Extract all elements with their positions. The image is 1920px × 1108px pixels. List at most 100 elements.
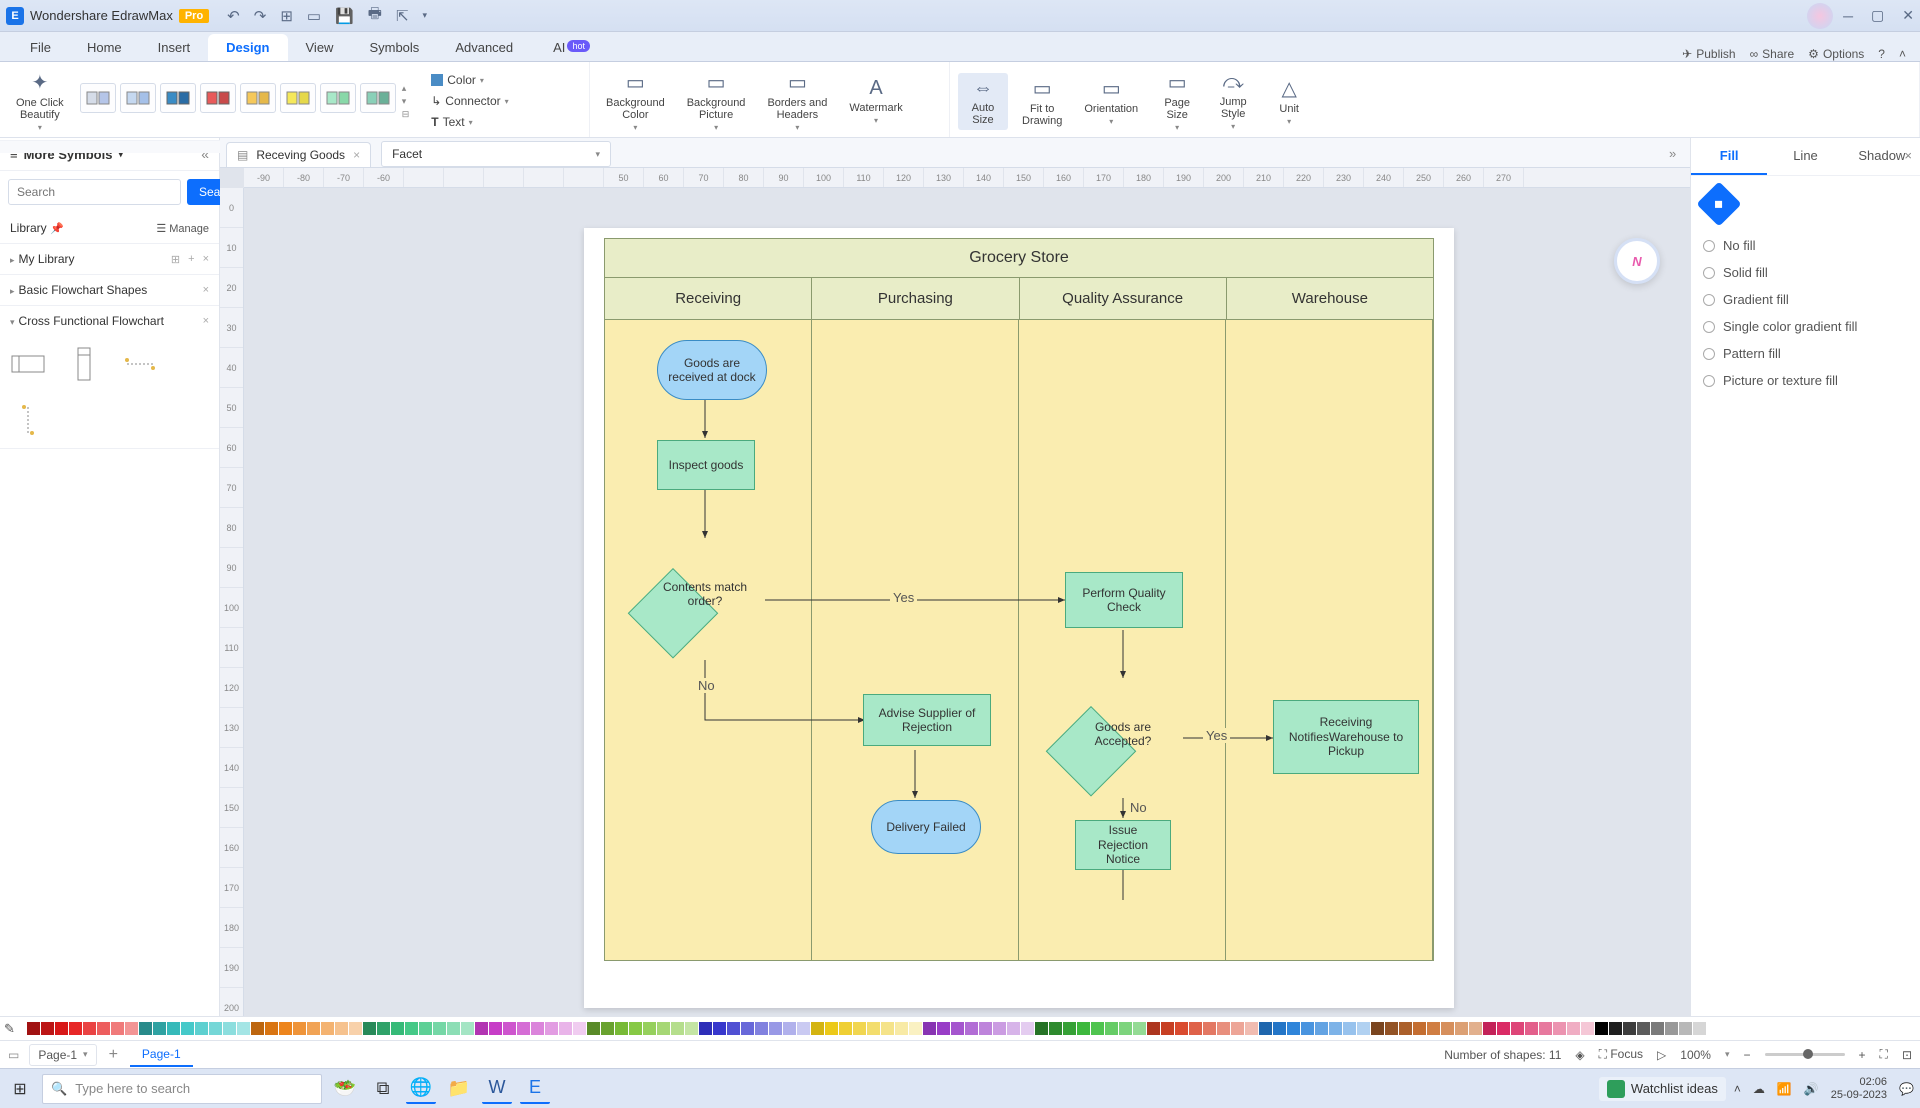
color-swatch[interactable] [601, 1022, 614, 1035]
color-swatch[interactable] [97, 1022, 110, 1035]
explorer-icon[interactable]: 📁 [444, 1074, 474, 1104]
meal-icon[interactable]: 🥗 [330, 1074, 360, 1104]
color-swatch[interactable] [1581, 1022, 1594, 1035]
present-icon[interactable]: ▷ [1657, 1048, 1666, 1062]
color-swatch[interactable] [1399, 1022, 1412, 1035]
color-swatch[interactable] [209, 1022, 222, 1035]
watchlist-widget[interactable]: Watchlist ideas [1599, 1077, 1726, 1101]
color-swatch[interactable] [1105, 1022, 1118, 1035]
color-swatch[interactable] [1413, 1022, 1426, 1035]
notifications-icon[interactable]: 💬 [1899, 1082, 1914, 1096]
fill-opt-single-gradient[interactable]: Single color gradient fill [1703, 313, 1908, 340]
color-swatch[interactable] [1679, 1022, 1692, 1035]
color-swatch[interactable] [1329, 1022, 1342, 1035]
color-swatch[interactable] [1371, 1022, 1384, 1035]
color-swatch[interactable] [153, 1022, 166, 1035]
color-swatch[interactable] [811, 1022, 824, 1035]
swimlane-container[interactable]: Grocery Store Receiving Purchasing Quali… [604, 238, 1434, 961]
theme-preset-7[interactable] [320, 83, 356, 113]
color-swatch[interactable] [1049, 1022, 1062, 1035]
connector-dropdown[interactable]: ↳ Connector ▾ [427, 92, 512, 110]
color-swatch[interactable] [853, 1022, 866, 1035]
collapse-ribbon-icon[interactable]: ˄ [1899, 47, 1906, 61]
color-swatch[interactable] [517, 1022, 530, 1035]
color-swatch[interactable] [111, 1022, 124, 1035]
tab-symbols[interactable]: Symbols [351, 34, 437, 61]
help-icon[interactable]: ? [1878, 47, 1885, 61]
canvas[interactable]: Grocery Store Receiving Purchasing Quali… [244, 188, 1690, 1016]
tab-home[interactable]: Home [69, 34, 140, 61]
color-swatch[interactable] [377, 1022, 390, 1035]
color-swatch[interactable] [629, 1022, 642, 1035]
color-swatch[interactable] [755, 1022, 768, 1035]
stencil-separator-v[interactable] [10, 402, 46, 438]
theme-preset-4[interactable] [200, 83, 236, 113]
color-swatch[interactable] [1077, 1022, 1090, 1035]
color-swatch[interactable] [1651, 1022, 1664, 1035]
close-panel-icon[interactable]: × [1904, 148, 1912, 163]
color-swatch[interactable] [615, 1022, 628, 1035]
color-swatch[interactable] [909, 1022, 922, 1035]
color-swatch[interactable] [797, 1022, 810, 1035]
theme-preset-6[interactable] [280, 83, 316, 113]
color-swatch[interactable] [1315, 1022, 1328, 1035]
shape-inspect-goods[interactable]: Inspect goods [657, 440, 755, 490]
color-swatch[interactable] [783, 1022, 796, 1035]
ai-assistant-badge[interactable]: N [1614, 238, 1660, 284]
lane-head-purchasing[interactable]: Purchasing [812, 278, 1019, 319]
stencil-separator-h[interactable] [122, 346, 158, 382]
color-swatch[interactable] [1511, 1022, 1524, 1035]
color-swatch[interactable] [237, 1022, 250, 1035]
color-swatch[interactable] [825, 1022, 838, 1035]
maximize-icon[interactable]: ▢ [1871, 7, 1884, 24]
color-swatch[interactable] [265, 1022, 278, 1035]
color-swatch[interactable] [867, 1022, 880, 1035]
color-swatch[interactable] [1609, 1022, 1622, 1035]
clock[interactable]: 02:0625-09-2023 [1831, 1076, 1887, 1100]
document-tab[interactable]: ▤ Receving Goods × [226, 142, 371, 167]
focus-button[interactable]: ⛶ Focus [1599, 1047, 1643, 1062]
minimize-icon[interactable]: ─ [1843, 8, 1853, 24]
tab-design[interactable]: Design [208, 34, 287, 61]
page-size-button[interactable]: ▭Page Size▾ [1152, 66, 1202, 136]
color-swatch[interactable] [727, 1022, 740, 1035]
lane-head-receiving[interactable]: Receiving [605, 278, 812, 319]
save-icon[interactable]: 💾 [335, 7, 354, 25]
color-swatch[interactable] [321, 1022, 334, 1035]
color-swatch[interactable] [1133, 1022, 1146, 1035]
color-swatch[interactable] [167, 1022, 180, 1035]
page-tab[interactable]: Page-1 [130, 1043, 193, 1067]
close-lib-icon[interactable]: × [203, 253, 209, 266]
color-swatch[interactable] [1301, 1022, 1314, 1035]
color-swatch[interactable] [587, 1022, 600, 1035]
volume-icon[interactable]: 🔊 [1804, 1082, 1819, 1096]
color-swatch[interactable] [391, 1022, 404, 1035]
color-swatch[interactable] [1021, 1022, 1034, 1035]
theme-preset-2[interactable] [120, 83, 156, 113]
text-dropdown[interactable]: T Text ▾ [427, 113, 512, 131]
shape-advise-supplier[interactable]: Advise Supplier of Rejection [863, 694, 991, 746]
color-swatch[interactable] [671, 1022, 684, 1035]
lane-head-qa[interactable]: Quality Assurance [1020, 278, 1227, 319]
tab-insert[interactable]: Insert [140, 34, 209, 61]
color-swatch[interactable] [1091, 1022, 1104, 1035]
color-swatch[interactable] [923, 1022, 936, 1035]
color-swatch[interactable] [433, 1022, 446, 1035]
stencil-vertical-lane[interactable] [66, 346, 102, 382]
theme-preset-5[interactable] [240, 83, 276, 113]
swimlane-title[interactable]: Grocery Store [605, 239, 1433, 278]
start-button[interactable]: ⊞ [6, 1075, 34, 1103]
new-icon[interactable]: ⊞ [280, 7, 293, 25]
close-section-icon[interactable]: × [203, 284, 209, 296]
tab-file[interactable]: File [12, 34, 69, 61]
color-swatch[interactable] [1553, 1022, 1566, 1035]
word-icon[interactable]: W [482, 1074, 512, 1104]
close-icon[interactable]: ✕ [1902, 7, 1914, 24]
color-swatch[interactable] [1063, 1022, 1076, 1035]
eyedropper-icon[interactable]: ✎ [4, 1021, 22, 1037]
fill-opt-none[interactable]: No fill [1703, 232, 1908, 259]
color-swatch[interactable] [643, 1022, 656, 1035]
color-swatch[interactable] [307, 1022, 320, 1035]
options-button[interactable]: ⚙ Options [1808, 47, 1864, 61]
theme-more-icon[interactable]: ⊟ [402, 109, 410, 120]
